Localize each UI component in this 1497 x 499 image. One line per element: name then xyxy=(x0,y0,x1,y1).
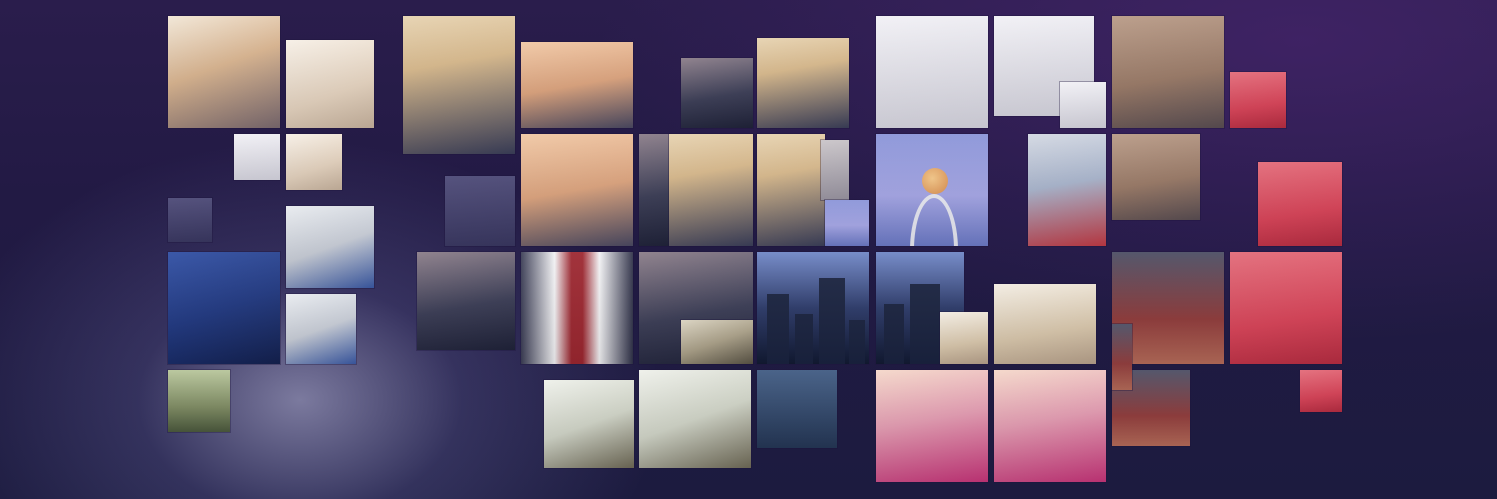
rapper-photo-tile xyxy=(876,16,988,128)
mosaic-filler-tile-a xyxy=(445,176,515,246)
arch-shape xyxy=(910,194,958,246)
ivanka-portrait-tile xyxy=(168,16,280,128)
skyline-photo-tile-a xyxy=(757,252,869,364)
patriots-jersey-tile xyxy=(1028,134,1106,246)
tom-brady-photo-tile xyxy=(1112,16,1224,128)
skyline-building xyxy=(795,314,813,364)
basketball-crowd-tile xyxy=(1112,324,1132,390)
skyline-building xyxy=(849,320,865,364)
mosaic-filler-tile-b xyxy=(825,200,869,246)
moon-shape xyxy=(922,168,948,194)
skyline-building xyxy=(767,294,789,364)
tom-brady-chin-tile xyxy=(1112,134,1200,220)
polar-bear-tile-b xyxy=(639,370,751,468)
hillary-photo-tile-b xyxy=(994,370,1106,482)
ivanka-hair-tile xyxy=(757,38,849,128)
river-tile xyxy=(757,370,837,448)
polar-bear-tile-a xyxy=(544,380,634,468)
street-detail-tile xyxy=(286,134,342,190)
mosaic-filler-tile-d xyxy=(1230,72,1286,128)
portrait-detail-tile xyxy=(234,134,280,180)
dinner-guest-tile xyxy=(821,140,849,200)
football-giants-tile xyxy=(168,252,280,364)
background-guest-tile xyxy=(681,58,753,128)
photo-mosaic-banner xyxy=(0,0,1497,499)
football-cowboys-tile xyxy=(286,206,374,288)
football-tackle-tile xyxy=(286,294,356,364)
ivanka-smile-tile xyxy=(669,134,753,246)
trump-tie-tile xyxy=(521,252,633,364)
trump-smile-tile xyxy=(521,134,633,246)
melania-portrait-tile xyxy=(1258,162,1342,246)
ivanka-earring-tile xyxy=(757,134,825,246)
megyn-portrait-tile xyxy=(403,16,515,154)
mosaic-filler-tile-c xyxy=(1060,82,1106,128)
melania-dress-tile xyxy=(1300,370,1342,412)
skyline-building xyxy=(819,278,845,364)
arch-moon-photo-tile xyxy=(876,134,988,246)
trump-face-tile xyxy=(521,42,633,128)
football-small-tile xyxy=(168,198,212,242)
skyline-building xyxy=(910,284,940,364)
hillary-photo-tile-a xyxy=(876,370,988,482)
trump-shoulder-tile xyxy=(639,134,669,246)
melania-photo-tile xyxy=(1230,252,1342,364)
hillary-hair-tile-b xyxy=(994,284,1096,364)
bush-tile xyxy=(681,320,753,364)
hillary-hair-tile-a xyxy=(940,312,988,364)
skyline-building xyxy=(884,304,904,364)
football-field-tile xyxy=(168,370,230,432)
trump-suit-tile-a xyxy=(417,252,515,350)
street-scene-tile xyxy=(286,40,374,128)
